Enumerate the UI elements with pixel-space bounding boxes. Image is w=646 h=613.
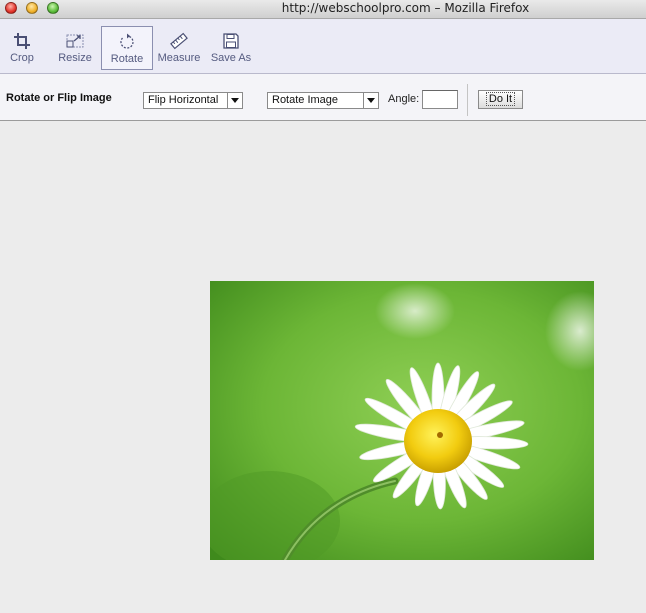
window-title: http://webschoolpro.com – Mozilla Firefo… <box>281 1 530 15</box>
edited-image <box>210 281 594 560</box>
crop-tool-label: Crop <box>10 52 34 64</box>
crop-tool-button[interactable]: Crop <box>4 26 40 70</box>
resize-icon <box>66 34 84 48</box>
floppy-disk-icon <box>223 33 239 49</box>
chevron-down-icon <box>227 93 242 108</box>
rotate-select-value: Rotate Image <box>272 94 339 106</box>
crop-icon <box>14 33 30 49</box>
angle-label: Angle: <box>388 93 420 105</box>
resize-tool-label: Resize <box>58 52 92 64</box>
toolbar-divider <box>467 84 468 116</box>
resize-tool-button[interactable]: Resize <box>54 26 96 70</box>
save-as-tool-button[interactable]: Save As <box>208 26 254 70</box>
do-it-button[interactable]: Do It <box>478 90 523 109</box>
tool-toolbar: Crop Resize Rotate Measure Save As <box>0 19 646 74</box>
flip-select-value: Flip Horizontal <box>148 94 219 106</box>
rotate-select[interactable]: Rotate Image <box>267 92 379 109</box>
save-as-tool-label: Save As <box>210 52 252 64</box>
rotate-icon <box>120 33 134 49</box>
do-it-label: Do It <box>485 92 516 106</box>
daisy-photo <box>210 281 594 560</box>
chevron-down-icon <box>363 93 378 108</box>
angle-input[interactable] <box>422 90 458 109</box>
rotate-options-bar: Rotate or Flip Image Flip Horizontal Rot… <box>0 74 646 121</box>
measure-tool-label: Measure <box>157 52 201 64</box>
rotate-tool-label: Rotate <box>110 53 144 65</box>
rotate-tool-button[interactable]: Rotate <box>101 26 153 70</box>
flip-select[interactable]: Flip Horizontal <box>143 92 243 109</box>
measure-tool-button[interactable]: Measure <box>157 26 201 70</box>
options-title: Rotate or Flip Image <box>6 92 112 104</box>
ruler-icon <box>170 32 188 50</box>
window-title-bar: http://webschoolpro.com – Mozilla Firefo… <box>0 0 646 19</box>
